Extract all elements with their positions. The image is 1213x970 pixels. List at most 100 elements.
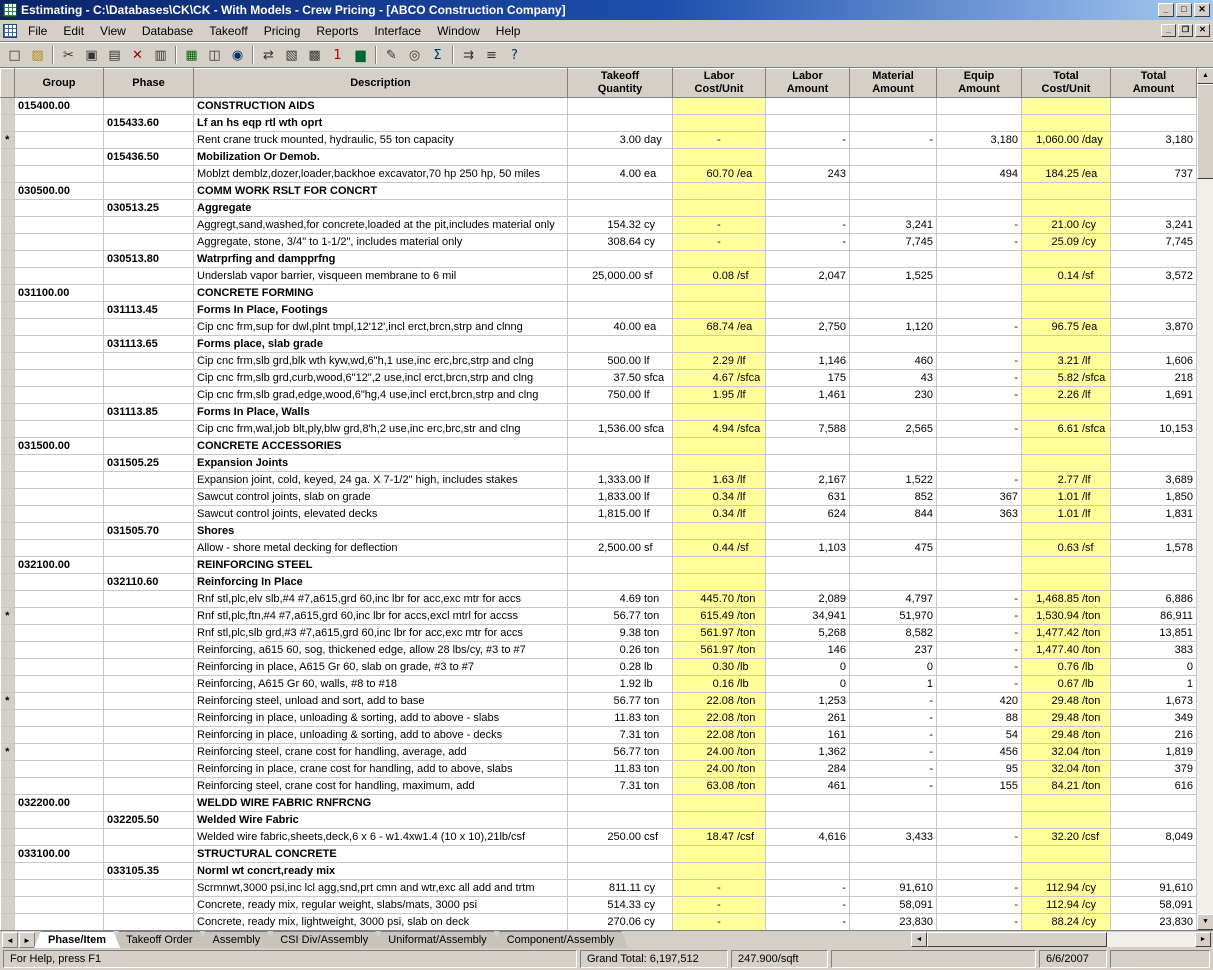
phase-row[interactable]: 031113.45 Forms In Place, Footings — [0, 301, 1197, 319]
description-cell[interactable]: Aggregate, stone, 3/4" to 1-1/2", includ… — [193, 233, 568, 251]
labor-amount-cell[interactable]: 161 — [765, 726, 850, 744]
labor-amount-cell[interactable]: 2,167 — [765, 471, 850, 489]
phase-code-cell[interactable] — [103, 318, 194, 336]
phase-code-cell[interactable] — [103, 556, 194, 574]
labor-cost-unit-cell[interactable]: 0.34/lf — [672, 505, 766, 523]
labor-cost-unit-cell[interactable]: 60.70/ea — [672, 165, 766, 183]
description-cell[interactable]: Rnf stl,plc,ftn,#4 #7,a615,grd 60,inc lb… — [193, 607, 568, 625]
scroll-left-icon[interactable]: ◄ — [911, 932, 927, 947]
labor-cost-unit-cell[interactable]: 22.08/ton — [672, 726, 766, 744]
phase-code-cell[interactable] — [103, 845, 194, 863]
total-amount-cell[interactable]: 1,691 — [1110, 386, 1197, 404]
takeoff-quantity-cell[interactable] — [567, 148, 673, 166]
total-cost-unit-cell[interactable]: 96.75/ea — [1021, 318, 1111, 336]
phase-code-cell[interactable] — [103, 284, 194, 302]
phase-code-cell[interactable]: 031505.70 — [103, 522, 194, 540]
material-amount-cell[interactable] — [849, 794, 937, 812]
detail-window-icon[interactable]: ▩ — [303, 44, 326, 66]
phase-row[interactable]: 032110.60 Reinforcing In Place — [0, 573, 1197, 591]
row-marker[interactable]: * — [0, 743, 15, 761]
group-code-cell[interactable] — [14, 862, 104, 880]
description-cell[interactable]: CONSTRUCTION AIDS — [193, 97, 568, 115]
takeoff-quantity-cell[interactable] — [567, 114, 673, 132]
material-amount-cell[interactable] — [849, 845, 937, 863]
labor-cost-unit-cell[interactable] — [672, 301, 766, 319]
total-cost-unit-cell[interactable]: 2.26/lf — [1021, 386, 1111, 404]
description-cell[interactable]: Reinforcing steel, crane cost for handli… — [193, 743, 568, 761]
labor-amount-cell[interactable]: 1,461 — [765, 386, 850, 404]
equip-amount-cell[interactable] — [936, 794, 1022, 812]
labor-amount-cell[interactable]: 7,588 — [765, 420, 850, 438]
phase-code-cell[interactable] — [103, 641, 194, 659]
total-amount-cell[interactable]: 0 — [1110, 658, 1197, 676]
total-cost-unit-cell[interactable]: 112.94/cy — [1021, 896, 1111, 914]
item-row[interactable]: Allow - shore metal decking for deflecti… — [0, 539, 1197, 557]
phase-code-cell[interactable]: 031113.85 — [103, 403, 194, 421]
row-marker[interactable] — [0, 879, 15, 897]
description-cell[interactable]: WELDD WIRE FABRIC RNFRCNG — [193, 794, 568, 812]
equip-amount-cell[interactable]: 54 — [936, 726, 1022, 744]
labor-cost-unit-cell[interactable]: 615.49/ton — [672, 607, 766, 625]
labor-amount-cell[interactable] — [765, 114, 850, 132]
description-cell[interactable]: Reinforcing, a615 60, sog, thickened edg… — [193, 641, 568, 659]
phase-code-cell[interactable] — [103, 420, 194, 438]
labor-cost-unit-cell[interactable] — [672, 573, 766, 591]
total-amount-cell[interactable] — [1110, 114, 1197, 132]
row-marker[interactable] — [0, 369, 15, 387]
material-amount-cell[interactable] — [849, 556, 937, 574]
column-header-takeoff-quantity[interactable]: Takeoff Quantity — [567, 68, 673, 98]
material-amount-cell[interactable]: - — [849, 777, 937, 795]
description-cell[interactable]: Reinforcing steel, unload and sort, add … — [193, 692, 568, 710]
material-amount-cell[interactable] — [849, 403, 937, 421]
item-row[interactable]: Reinforcing in place, unloading & sortin… — [0, 726, 1197, 744]
takeoff-quantity-cell[interactable] — [567, 556, 673, 574]
takeoff-quantity-cell[interactable]: 4.69 ton — [567, 590, 673, 608]
single-item-icon[interactable]: 1 — [326, 44, 349, 66]
total-amount-cell[interactable]: 737 — [1110, 165, 1197, 183]
description-cell[interactable]: Scrmnwt,3000 psi,inc lcl agg,snd,prt cmn… — [193, 879, 568, 897]
total-cost-unit-cell[interactable] — [1021, 403, 1111, 421]
labor-cost-unit-cell[interactable]: 24.00/ton — [672, 760, 766, 778]
takeoff-quantity-cell[interactable] — [567, 97, 673, 115]
row-marker[interactable] — [0, 811, 15, 829]
total-amount-cell[interactable]: 379 — [1110, 760, 1197, 778]
takeoff-quantity-cell[interactable]: 7.31 ton — [567, 726, 673, 744]
total-amount-cell[interactable] — [1110, 199, 1197, 217]
labor-cost-unit-cell[interactable]: 2.29/lf — [672, 352, 766, 370]
total-amount-cell[interactable]: 383 — [1110, 641, 1197, 659]
description-cell[interactable]: Sawcut control joints, elevated decks — [193, 505, 568, 523]
equip-amount-cell[interactable]: - — [936, 352, 1022, 370]
labor-amount-cell[interactable] — [765, 811, 850, 829]
equip-amount-cell[interactable] — [936, 845, 1022, 863]
labor-amount-cell[interactable]: 243 — [765, 165, 850, 183]
phase-code-cell[interactable] — [103, 505, 194, 523]
row-marker[interactable] — [0, 267, 15, 285]
column-header-material-amount[interactable]: Material Amount — [849, 68, 937, 98]
labor-cost-unit-cell[interactable]: 18.47/csf — [672, 828, 766, 846]
labor-cost-unit-cell[interactable] — [672, 794, 766, 812]
row-marker[interactable] — [0, 505, 15, 523]
group-code-cell[interactable] — [14, 488, 104, 506]
row-marker[interactable] — [0, 794, 15, 812]
scroll-up-icon[interactable]: ▲ — [1197, 68, 1213, 84]
labor-cost-unit-cell[interactable]: 68.74/ea — [672, 318, 766, 336]
vertical-scrollbar[interactable]: ▲ ▼ — [1197, 68, 1213, 930]
row-marker[interactable] — [0, 896, 15, 914]
description-cell[interactable]: Cip cnc frm,slb grad,edge,wood,6"hg,4 us… — [193, 386, 568, 404]
labor-cost-unit-cell[interactable]: 4.67/sfca — [672, 369, 766, 387]
labor-cost-unit-cell[interactable]: - — [672, 879, 766, 897]
row-marker[interactable] — [0, 828, 15, 846]
equip-amount-cell[interactable]: - — [936, 658, 1022, 676]
phase-code-cell[interactable] — [103, 216, 194, 234]
tab-uniformat-assembly[interactable]: Uniformat/Assembly — [374, 931, 500, 948]
phase-code-cell[interactable] — [103, 794, 194, 812]
takeoff-quantity-cell[interactable]: 11.83 ton — [567, 760, 673, 778]
description-cell[interactable]: Shores — [193, 522, 568, 540]
description-cell[interactable]: Reinforcing in place, unloading & sortin… — [193, 726, 568, 744]
total-amount-cell[interactable] — [1110, 182, 1197, 200]
material-amount-cell[interactable]: 2,565 — [849, 420, 937, 438]
tab-assembly[interactable]: Assembly — [199, 931, 275, 948]
equip-amount-cell[interactable] — [936, 454, 1022, 472]
group-code-cell[interactable] — [14, 386, 104, 404]
labor-cost-unit-cell[interactable]: 561.97/ton — [672, 624, 766, 642]
